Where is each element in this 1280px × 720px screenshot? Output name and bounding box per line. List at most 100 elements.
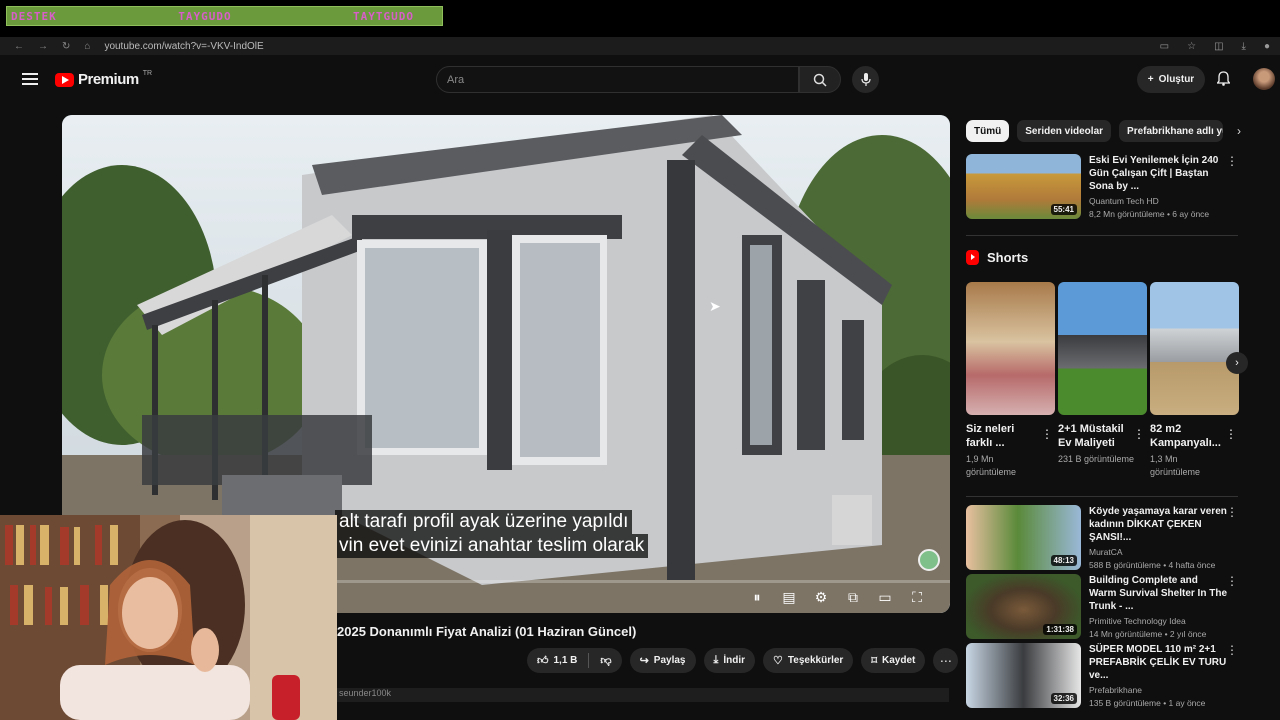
search-input[interactable]: Ara: [436, 66, 799, 93]
short-item[interactable]: Siz neleri farklı ... 1,9 Mn görüntüleme…: [966, 282, 1055, 479]
more-actions-icon[interactable]: ⋯: [933, 648, 959, 673]
save-bookmark-icon: ⌑: [871, 655, 877, 667]
description-box[interactable]: seunder100k: [337, 688, 949, 702]
voice-search-button[interactable]: [852, 66, 879, 93]
short-thumbnail[interactable]: [1058, 282, 1147, 415]
reload-icon[interactable]: ↻: [62, 41, 70, 52]
channel-watermark[interactable]: [918, 549, 940, 571]
short-title[interactable]: 82 m2 Kampanyalı...: [1150, 422, 1225, 450]
recommendation-stats: 14 Mn görüntüleme • 2 yıl önce: [1089, 629, 1207, 639]
download-tray-icon[interactable]: ⤓: [1242, 41, 1246, 52]
bookmark-star-icon[interactable]: ☆: [1187, 41, 1196, 52]
settings-gear-icon[interactable]: ⚙: [812, 589, 830, 606]
menu-icon[interactable]: [22, 73, 38, 85]
short-thumbnail[interactable]: [966, 282, 1055, 415]
microphone-icon: [860, 72, 871, 86]
more-options-icon[interactable]: ⋮: [1226, 505, 1238, 519]
stream-banner: DESTEK TAYGUDO TAYTGUDO: [6, 6, 443, 26]
recommendation-meta: Building Complete and Warm Survival Shel…: [1089, 574, 1242, 639]
recommendation-item[interactable]: 1:31:38 Building Complete and Warm Survi…: [966, 574, 1242, 639]
recommendation-item[interactable]: 32:36 SÜPER MODEL 110 m² 2+1 PREFABRİK Ç…: [966, 643, 1242, 708]
create-label: Oluştur: [1158, 74, 1195, 85]
recommendation-item[interactable]: 48:13 Köyde yaşamaya karar veren kadının…: [966, 505, 1242, 570]
notifications-bell-icon[interactable]: [1216, 71, 1231, 89]
chevron-right-icon[interactable]: ›: [1237, 124, 1241, 138]
theater-mode-icon[interactable]: ▭: [876, 589, 894, 606]
recommendation-channel[interactable]: Primitive Technology Idea: [1089, 616, 1242, 626]
banner-right-text: TAYTGUDO: [353, 9, 414, 23]
captions-icon[interactable]: ▤: [780, 589, 798, 606]
miniplayer-icon[interactable]: ⧉: [844, 589, 862, 606]
chip-channel[interactable]: Prefabrikhane adlı yü: [1119, 120, 1224, 142]
more-options-icon[interactable]: ⋮: [1041, 427, 1053, 441]
plus-icon: +: [1147, 74, 1154, 85]
account-avatar[interactable]: [1253, 68, 1275, 90]
thanks-button[interactable]: ♡ Teşekkürler: [763, 648, 854, 673]
recommendation-channel[interactable]: Quantum Tech HD: [1089, 196, 1242, 206]
shorts-next-chevron-icon[interactable]: ›: [1226, 352, 1248, 374]
save-button[interactable]: ⌑ Kaydet: [861, 648, 926, 673]
recommendation-thumbnail[interactable]: 1:31:38: [966, 574, 1081, 639]
short-title[interactable]: Siz neleri farklı ...: [966, 422, 1041, 450]
chip-series[interactable]: Seriden videolar: [1017, 120, 1112, 142]
recommendation-channel[interactable]: Prefabrikhane: [1089, 685, 1242, 695]
more-options-icon[interactable]: ⋮: [1133, 427, 1145, 441]
thumbs-down-icon[interactable]: 👎︎: [600, 654, 611, 667]
more-options-icon[interactable]: ⋮: [1226, 643, 1238, 657]
search-icon: [813, 73, 827, 87]
recommendation-title[interactable]: Köyde yaşamaya karar veren kadının DİKKA…: [1089, 505, 1227, 544]
fullscreen-icon[interactable]: ⛶: [908, 589, 926, 606]
thumbs-up-icon: 👍︎: [537, 655, 549, 667]
recommendation-title[interactable]: Building Complete and Warm Survival Shel…: [1089, 574, 1227, 613]
webcam-feed: [0, 515, 337, 720]
recommendation-item[interactable]: 55:41 Eski Evi Yenilemek İçin 240 Gün Ça…: [966, 154, 1242, 219]
download-button[interactable]: ⤓ İndir: [703, 648, 756, 673]
create-button[interactable]: + Oluştur: [1137, 66, 1205, 93]
duration-badge: 1:31:38: [1043, 624, 1077, 635]
autoplay-toggle-icon[interactable]: ⏸: [748, 589, 766, 606]
section-divider: [966, 235, 1238, 236]
recommendation-title[interactable]: Eski Evi Yenilemek İçin 240 Gün Çalışan …: [1089, 154, 1227, 193]
short-thumbnail[interactable]: [1150, 282, 1239, 415]
forward-icon[interactable]: →: [38, 41, 48, 52]
logo-region: TR: [142, 70, 153, 77]
thanks-label: Teşekkürler: [787, 655, 844, 666]
recommendation-thumbnail[interactable]: 32:36: [966, 643, 1081, 708]
back-icon[interactable]: ←: [14, 41, 24, 52]
recommendation-thumbnail[interactable]: 55:41: [966, 154, 1081, 219]
short-views: 231 B görüntüleme: [1058, 454, 1135, 464]
site-info-icon[interactable]: ⌂: [84, 41, 90, 52]
video-actions: 👍︎ 1,1 B 👎︎ ↪ Paylaş ⤓ İndir ♡ Teşekkürl…: [527, 648, 959, 673]
youtube-premium-logo[interactable]: Premium TR: [55, 70, 153, 88]
share-button[interactable]: ↪ Paylaş: [629, 648, 696, 673]
more-options-icon[interactable]: ⋮: [1225, 427, 1237, 441]
more-options-icon[interactable]: ⋮: [1226, 574, 1238, 588]
banner-middle-text: TAYGUDO: [178, 9, 232, 23]
search-button[interactable]: [799, 66, 841, 93]
like-button[interactable]: 👍︎ 1,1 B 👎︎: [527, 648, 622, 673]
short-title[interactable]: 2+1 Müstakil Ev Maliyeti: [1058, 422, 1133, 450]
short-item[interactable]: 2+1 Müstakil Ev Maliyeti 231 B görüntüle…: [1058, 282, 1147, 466]
chip-all[interactable]: Tümü: [966, 120, 1010, 142]
recommendation-meta: Köyde yaşamaya karar veren kadının DİKKA…: [1089, 505, 1242, 570]
duration-badge: 32:36: [1050, 693, 1077, 704]
duration-badge: 55:41: [1050, 204, 1077, 215]
share-icon: ↪: [639, 655, 649, 667]
browser-toolbar: ← → ↻ ⌂ youtube.com/watch?v=-VKV-IndOlE …: [0, 37, 1280, 55]
caption-line-1: alt tarafı profil ayak üzerine yapıldı: [335, 510, 633, 534]
captions: alt tarafı profil ayak üzerine yapıldı v…: [335, 510, 649, 558]
cast-icon[interactable]: ▭: [1160, 41, 1169, 52]
more-options-icon[interactable]: ⋮: [1226, 154, 1238, 168]
like-count: 1,1 B: [553, 655, 578, 666]
recommendation-title[interactable]: SÜPER MODEL 110 m² 2+1 PREFABRİK ÇELİK E…: [1089, 643, 1227, 682]
youtube-play-icon: [55, 72, 74, 87]
banner-left-text: DESTEK: [11, 9, 57, 23]
extensions-icon[interactable]: ◫: [1214, 41, 1223, 52]
recommendation-thumbnail[interactable]: 48:13: [966, 505, 1081, 570]
download-icon: ⤓: [713, 654, 719, 666]
recommendation-channel[interactable]: MuratCA: [1089, 547, 1242, 557]
short-item[interactable]: 82 m2 Kampanyalı... 1,3 Mn görüntüleme ⋮: [1150, 282, 1239, 479]
address-bar[interactable]: youtube.com/watch?v=-VKV-IndOlE: [104, 41, 263, 52]
profile-icon[interactable]: ●: [1264, 41, 1270, 52]
short-views: 1,3 Mn görüntüleme: [1150, 454, 1201, 477]
